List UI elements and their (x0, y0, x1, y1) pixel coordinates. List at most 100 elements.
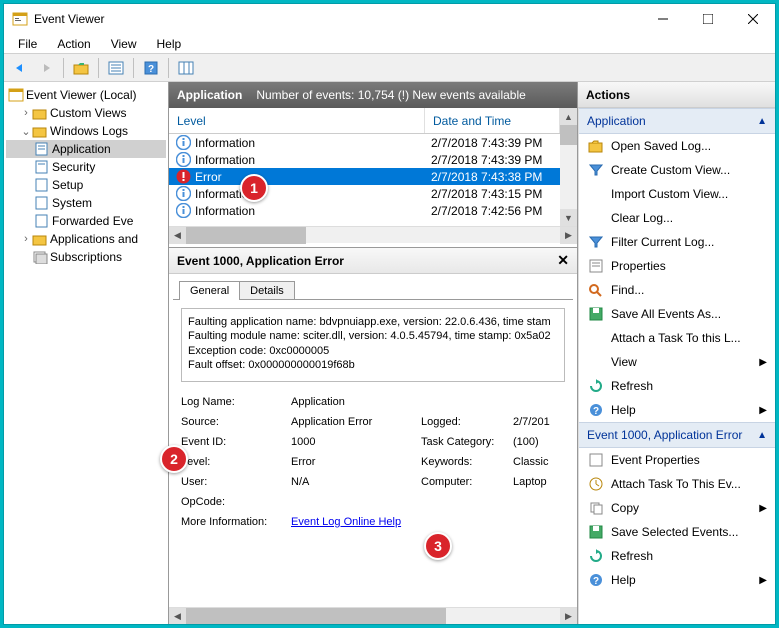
grid-header: Level Date and Time (169, 108, 560, 134)
action-open-saved-log[interactable]: Open Saved Log... (579, 134, 775, 158)
forward-button[interactable] (34, 57, 58, 79)
action-refresh-event[interactable]: Refresh (579, 544, 775, 568)
toolbar-list-button[interactable] (104, 57, 128, 79)
funnel-icon (587, 234, 605, 250)
save-icon (587, 306, 605, 322)
action-copy[interactable]: Copy▶ (579, 496, 775, 520)
window-title: Event Viewer (34, 12, 640, 26)
grid-row[interactable]: Information2/7/2018 7:43:39 PM (169, 134, 560, 151)
event-description: Faulting application name: bdvpnuiapp.ex… (181, 308, 565, 382)
tree-windows-logs[interactable]: ⌄ Windows Logs (6, 122, 166, 140)
annotation-badge-3: 3 (424, 532, 452, 560)
help-icon: ? (587, 402, 605, 418)
tree-forwarded[interactable]: Forwarded Eve (6, 212, 166, 230)
action-save-selected[interactable]: Save Selected Events... (579, 520, 775, 544)
grid-hscroll[interactable]: ◀ ▶ (169, 226, 577, 243)
info-icon (175, 152, 191, 168)
collapse-icon[interactable]: ⌄ (20, 125, 32, 138)
actions-panel: Actions Application▲ Open Saved Log... C… (578, 82, 775, 624)
expand-icon[interactable]: › (20, 233, 32, 245)
save-icon (587, 524, 605, 540)
folder-icon (32, 105, 48, 121)
expand-icon[interactable]: › (20, 107, 32, 119)
middle-panel: Application Number of events: 10,754 (!)… (169, 82, 578, 624)
action-filter-log[interactable]: Filter Current Log... (579, 230, 775, 254)
toolbar-folder-button[interactable] (69, 57, 93, 79)
svg-text:?: ? (593, 576, 599, 587)
detail-header: Event 1000, Application Error ✕ (169, 248, 577, 274)
tree-subscriptions[interactable]: › Subscriptions (6, 248, 166, 266)
minimize-button[interactable] (640, 4, 685, 34)
action-create-custom-view[interactable]: Create Custom View... (579, 158, 775, 182)
toolbar: ? (4, 54, 775, 82)
annotation-badge-2: 2 (160, 445, 188, 473)
grid-vscroll[interactable]: ▲ ▼ (560, 108, 577, 226)
close-button[interactable] (730, 4, 775, 34)
tree-custom-views[interactable]: › Custom Views (6, 104, 166, 122)
actions-section-event[interactable]: Event 1000, Application Error▲ (579, 422, 775, 448)
col-datetime[interactable]: Date and Time (425, 108, 560, 133)
tab-details[interactable]: Details (239, 281, 295, 300)
action-properties[interactable]: Properties (579, 254, 775, 278)
app-icon (12, 11, 28, 27)
titlebar: Event Viewer (4, 4, 775, 34)
action-refresh[interactable]: Refresh (579, 374, 775, 398)
info-icon (175, 186, 191, 202)
menu-action[interactable]: Action (49, 35, 98, 53)
maximize-button[interactable] (685, 4, 730, 34)
toolbar-panes-button[interactable] (174, 57, 198, 79)
grid-row[interactable]: Information2/7/2018 7:43:39 PM (169, 151, 560, 168)
subscriptions-icon (32, 249, 48, 265)
detail-hscroll[interactable]: ◀ ▶ (169, 607, 577, 624)
tree-apps-services[interactable]: › Applications and (6, 230, 166, 248)
properties-icon (587, 452, 605, 468)
menubar: File Action View Help (4, 34, 775, 54)
online-help-link[interactable]: Event Log Online Help (291, 516, 401, 528)
log-icon (34, 213, 50, 229)
events-header: Application Number of events: 10,754 (!)… (169, 82, 577, 108)
grid-row[interactable]: Error2/7/2018 7:43:38 PM (169, 168, 560, 185)
action-find[interactable]: Find... (579, 278, 775, 302)
grid-row[interactable]: Information2/7/2018 7:42:56 PM (169, 202, 560, 219)
task-icon (587, 476, 605, 492)
tab-general[interactable]: General (179, 281, 240, 300)
tree-root[interactable]: Event Viewer (Local) (6, 86, 166, 104)
action-save-all-events[interactable]: Save All Events As... (579, 302, 775, 326)
log-icon (34, 159, 50, 175)
tree-system[interactable]: System (6, 194, 166, 212)
refresh-icon (587, 378, 605, 394)
menu-help[interactable]: Help (149, 35, 190, 53)
menu-file[interactable]: File (10, 35, 45, 53)
find-icon (587, 282, 605, 298)
detail-pane: Event 1000, Application Error ✕ General … (169, 247, 577, 624)
col-level[interactable]: Level (169, 108, 425, 133)
copy-icon (587, 500, 605, 516)
tree-security[interactable]: Security (6, 158, 166, 176)
action-help-event[interactable]: ?Help▶ (579, 568, 775, 592)
event-properties-grid: Log Name:Application Source:Application … (181, 392, 565, 532)
action-event-properties[interactable]: Event Properties (579, 448, 775, 472)
action-help[interactable]: ?Help▶ (579, 398, 775, 422)
actions-section-application[interactable]: Application▲ (579, 108, 775, 134)
grid-row[interactable]: Information2/7/2018 7:43:15 PM (169, 185, 560, 202)
folder-open-icon (587, 138, 605, 154)
back-button[interactable] (8, 57, 32, 79)
log-icon (34, 141, 50, 157)
detail-close-button[interactable]: ✕ (557, 252, 569, 269)
tree-setup[interactable]: Setup (6, 176, 166, 194)
menu-view[interactable]: View (103, 35, 145, 53)
toolbar-help-button[interactable]: ? (139, 57, 163, 79)
properties-icon (587, 258, 605, 274)
log-icon (34, 195, 50, 211)
action-attach-task-event[interactable]: Attach Task To This Ev... (579, 472, 775, 496)
action-view-submenu[interactable]: View▶ (579, 350, 775, 374)
tree-application[interactable]: Application (6, 140, 166, 158)
action-clear-log[interactable]: Clear Log... (579, 206, 775, 230)
info-icon (175, 135, 191, 151)
action-attach-task[interactable]: Attach a Task To this L... (579, 326, 775, 350)
funnel-icon (587, 162, 605, 178)
tree-panel: Event Viewer (Local) › Custom Views ⌄ Wi… (4, 82, 169, 624)
log-icon (34, 177, 50, 193)
action-import-custom-view[interactable]: Import Custom View... (579, 182, 775, 206)
folder-icon (32, 231, 48, 247)
